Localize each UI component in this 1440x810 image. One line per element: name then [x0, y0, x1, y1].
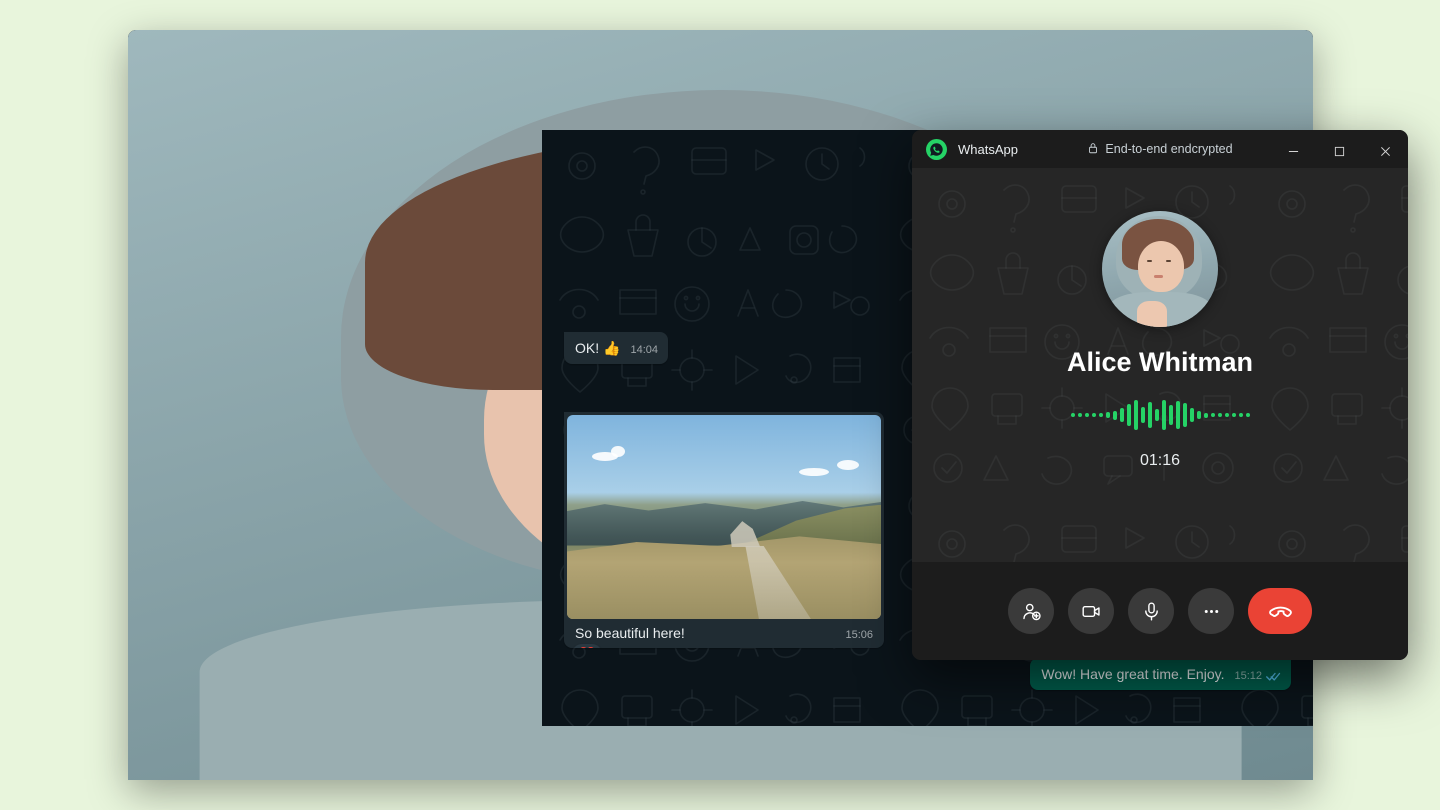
- message-timestamp: 15:12: [1234, 671, 1262, 682]
- encryption-label: End-to-end endcrypted: [1105, 142, 1232, 156]
- waveform-bar: [1127, 404, 1131, 426]
- waveform-bar: [1239, 413, 1243, 417]
- waveform-bar: [1085, 413, 1089, 417]
- call-window-controls: [1270, 130, 1408, 172]
- waveform-bar: [1176, 401, 1180, 429]
- photo-caption: So beautiful here!: [575, 625, 835, 641]
- waveform-bar: [1162, 400, 1166, 430]
- call-controls: [912, 562, 1408, 660]
- end-call-icon[interactable]: [1248, 588, 1312, 634]
- toggle-video-icon[interactable]: [1068, 588, 1114, 634]
- waveform-bar: [1134, 400, 1138, 430]
- toggle-mute-icon[interactable]: [1128, 588, 1174, 634]
- waveform-bar: [1218, 413, 1222, 417]
- message-bubble-photo[interactable]: So beautiful here! 15:06 ❤️: [564, 412, 884, 648]
- add-person-icon[interactable]: [1008, 588, 1054, 634]
- waveform-bar: [1106, 412, 1110, 418]
- waveform-bar: [1183, 403, 1187, 427]
- read-receipt-icon: [1266, 671, 1281, 682]
- waveform-bar: [1197, 411, 1201, 419]
- desktop-background: WhatsApp: [0, 0, 1440, 810]
- waveform-bar: [1148, 402, 1152, 428]
- waveform-bar: [1155, 409, 1159, 421]
- whatsapp-logo-icon: [926, 139, 947, 160]
- call-contact-name: Alice Whitman: [1067, 347, 1253, 378]
- waveform-bar: [1099, 413, 1103, 417]
- close-button[interactable]: [1362, 130, 1408, 172]
- call-body: Alice Whitman 01:16: [912, 168, 1408, 562]
- conversation-avatar[interactable]: [558, 82, 596, 120]
- waveform-bar: [1225, 413, 1229, 417]
- message-timestamp: 14:04: [630, 345, 658, 356]
- call-window-app-name: WhatsApp: [958, 142, 1018, 157]
- call-duration: 01:16: [1140, 452, 1180, 470]
- waveform-bar: [1204, 413, 1208, 418]
- waveform-bar: [1169, 405, 1173, 425]
- message-meta: 15:12: [1234, 671, 1281, 682]
- waveform-bar: [1246, 413, 1250, 417]
- audio-waveform: [1071, 398, 1250, 432]
- call-contact-avatar: [1102, 211, 1218, 327]
- waveform-bar: [1211, 413, 1215, 417]
- more-horizontal-icon[interactable]: [1188, 588, 1234, 634]
- minimize-button[interactable]: [1270, 130, 1316, 172]
- lock-icon: [1087, 142, 1099, 157]
- waveform-bar: [1078, 413, 1082, 417]
- maximize-button[interactable]: [1316, 130, 1362, 172]
- message-text: Wow! Have great time. Enjoy.: [1041, 666, 1224, 682]
- mountain-landscape-photo[interactable]: [567, 415, 881, 619]
- waveform-bar: [1071, 413, 1075, 417]
- waveform-bar: [1190, 408, 1194, 422]
- message-bubble-incoming[interactable]: OK! 👍 14:04: [564, 332, 668, 364]
- waveform-bar: [1232, 413, 1236, 417]
- waveform-bar: [1113, 411, 1117, 420]
- waveform-bar: [1120, 408, 1124, 422]
- waveform-bar: [1092, 413, 1096, 417]
- message-bubble-outgoing[interactable]: Wow! Have great time. Enjoy. 15:12: [1030, 658, 1291, 690]
- waveform-bar: [1141, 407, 1145, 423]
- message-timestamp: 15:06: [845, 629, 873, 641]
- message-text: OK! 👍: [575, 340, 620, 356]
- conversation-header: Alice Whitman online: [542, 72, 1313, 130]
- call-window: WhatsApp End-to-end endcrypted: [912, 130, 1408, 660]
- call-window-titlebar: WhatsApp End-to-end endcrypted: [912, 130, 1408, 168]
